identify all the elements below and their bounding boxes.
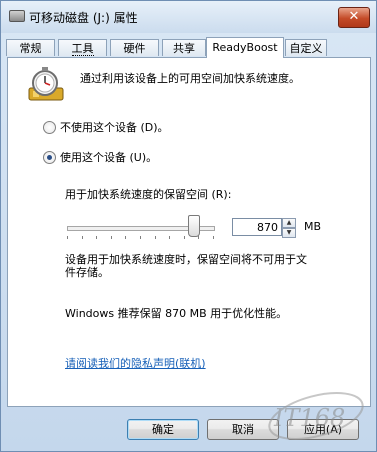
tab-hardware[interactable]: 硬件 xyxy=(110,39,159,56)
use-device-label: 使用这个设备 (U)。 xyxy=(60,151,158,164)
tab-label: 共享 xyxy=(173,42,195,55)
ok-button[interactable]: 确定 xyxy=(127,419,199,440)
spin-down-icon[interactable]: ▼ xyxy=(282,228,296,238)
slider-tick xyxy=(198,236,200,239)
do-not-use-radio[interactable] xyxy=(43,120,56,134)
slider-tick xyxy=(169,236,171,239)
reserve-size-input[interactable] xyxy=(232,218,282,236)
recommendation-text: Windows 推荐保留 870 MB 用于优化性能。 xyxy=(65,307,288,320)
use-device-radio[interactable] xyxy=(43,150,56,164)
reserve-info-text: 设备用于加快系统速度时，保留空间将不可用于文件存储。 xyxy=(65,253,307,279)
it168-watermark-logo: IT168 xyxy=(268,392,364,440)
tab-tools[interactable]: 工具 xyxy=(58,39,107,56)
removable-disk-icon xyxy=(9,10,25,22)
title-bar: 可移动磁盘 (J:) 属性 ✕ xyxy=(1,1,376,33)
slider-tick xyxy=(125,236,127,239)
privacy-statement-link[interactable]: 请阅读我们的隐私声明(联机) xyxy=(65,355,206,371)
readyboost-panel: 通过利用该设备上的可用空间加快系统速度。 不使用这个设备 (D)。 使用这个设备… xyxy=(7,57,371,407)
tab-label: ReadyBoost xyxy=(212,41,278,54)
window-title: 可移动磁盘 (J:) 属性 xyxy=(29,11,138,25)
spin-up-icon[interactable]: ▲ xyxy=(282,218,296,228)
reserve-size-spinner[interactable]: ▲ ▼ xyxy=(282,218,296,238)
unit-label: MB xyxy=(304,220,322,233)
slider-tick xyxy=(67,236,68,239)
tab-customize[interactable]: 自定义 xyxy=(285,39,327,56)
tab-readyboost[interactable]: ReadyBoost xyxy=(206,37,284,58)
use-device-option[interactable]: 使用这个设备 (U)。 xyxy=(43,149,157,165)
tab-general[interactable]: 常规 xyxy=(6,39,55,56)
do-not-use-device-option[interactable]: 不使用这个设备 (D)。 xyxy=(43,119,169,135)
close-button[interactable]: ✕ xyxy=(338,7,370,28)
readyboost-stopwatch-icon xyxy=(28,67,64,101)
reserve-space-label: 用于加快系统速度的保留空间 (R): xyxy=(65,188,232,201)
slider-tick xyxy=(213,236,214,239)
slider-tick xyxy=(154,236,156,239)
slider-tick xyxy=(81,236,83,239)
reserve-slider-thumb[interactable] xyxy=(187,215,200,237)
slider-tick xyxy=(183,236,185,239)
tab-label: 常规 xyxy=(19,42,42,55)
tab-label: 自定义 xyxy=(289,42,323,55)
slider-tick xyxy=(96,236,98,239)
intro-text: 通过利用该设备上的可用空间加快系统速度。 xyxy=(80,72,300,85)
slider-tick xyxy=(110,236,112,239)
tab-label: 工具 xyxy=(71,42,94,56)
tab-label: 硬件 xyxy=(123,42,146,55)
slider-tick xyxy=(140,236,141,239)
tab-sharing[interactable]: 共享 xyxy=(162,39,206,56)
svg-text:IT168: IT168 xyxy=(273,404,345,432)
properties-dialog: 可移动磁盘 (J:) 属性 ✕ 常规 工具 硬件 共享 ReadyBoost 自… xyxy=(0,0,377,452)
do-not-use-label: 不使用这个设备 (D)。 xyxy=(60,121,169,134)
